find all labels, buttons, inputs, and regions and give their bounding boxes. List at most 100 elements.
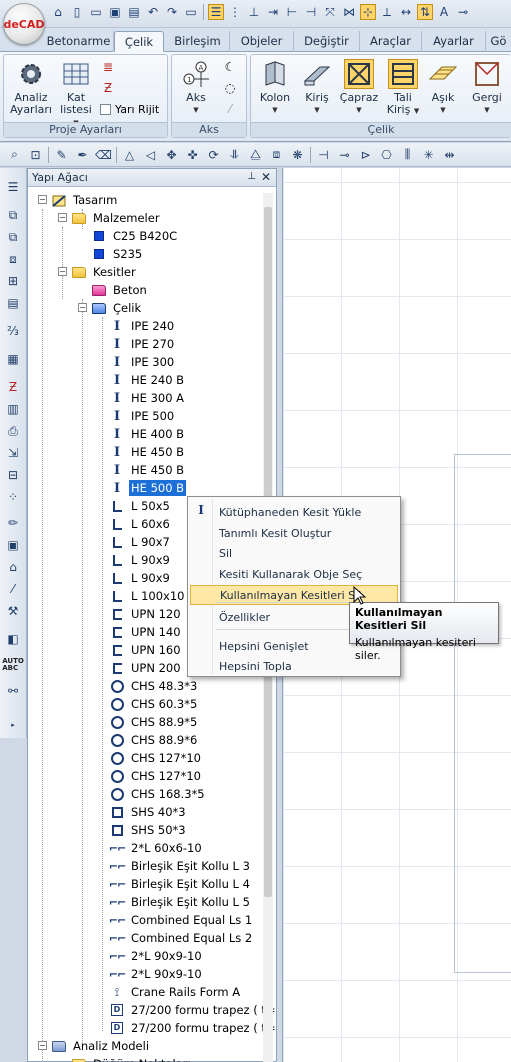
tree-node-section[interactable]: ⌐⌐ 2*L 90x9-10: [109, 965, 204, 983]
pin-icon[interactable]: ⊥: [247, 171, 256, 182]
explode-icon[interactable]: ✳: [420, 146, 437, 163]
tree-node-kesitler[interactable]: Kesitler: [72, 263, 138, 281]
close-icon[interactable]: ✕: [261, 170, 271, 184]
tree-node-section[interactable]: I IPE 500: [110, 407, 176, 425]
tree-node-section[interactable]: I IPE 300: [110, 353, 176, 371]
new-file-icon[interactable]: ▯: [69, 4, 85, 20]
tree-node-section[interactable]: ⌐⌐ Birleşik Eşit Kollu L 3: [109, 857, 252, 875]
mirror-down-icon[interactable]: ⥥: [226, 146, 243, 163]
aks-button[interactable]: A1 Aks ▼: [176, 59, 216, 116]
tree-node-section[interactable]: D 27/200 formu trapez ( t=: [110, 1019, 278, 1037]
tree-node-beton[interactable]: Beton: [92, 281, 149, 299]
snap-perp-icon[interactable]: ⊢: [284, 4, 300, 20]
tree-node-section[interactable]: I HE 500 B: [110, 479, 187, 497]
save-icon[interactable]: ▣: [107, 4, 123, 20]
auto-abc-icon[interactable]: AUTO ABC: [2, 656, 24, 674]
home-icon[interactable]: ⌂: [50, 4, 66, 20]
save-all-icon[interactable]: ▤: [126, 4, 142, 20]
checkbox-box[interactable]: [100, 104, 111, 115]
move-icon[interactable]: ✥: [163, 146, 180, 163]
capraz-button[interactable]: Çapraz ▼: [337, 59, 381, 116]
window-icon[interactable]: ▭: [183, 4, 199, 20]
yari-rijit-checkbox[interactable]: Yarı Rijit: [100, 103, 159, 116]
snap-mid-icon[interactable]: ⇥: [265, 4, 281, 20]
tree-node-section[interactable]: L 100x10: [110, 587, 186, 605]
tab-araclar[interactable]: Araçlar: [360, 31, 422, 52]
tree-node-section[interactable]: CHS 88.9*6: [110, 731, 199, 749]
tree-node-section[interactable]: D 27/200 formu trapez ( t=: [110, 1001, 278, 1019]
snap-intersect-icon[interactable]: ⤧: [322, 4, 338, 20]
tree-collapse-toggle[interactable]: −: [58, 267, 67, 276]
pencil-icon[interactable]: ✎: [53, 146, 70, 163]
tree-node-section[interactable]: CHS 168.3*5: [110, 785, 207, 803]
analiz-ayarlari-button[interactable]: Analiz Ayarları: [8, 59, 54, 116]
undo-icon[interactable]: ↶: [145, 4, 161, 20]
copy-move-icon[interactable]: ✜: [184, 146, 201, 163]
tab-betonarme[interactable]: Betonarme: [44, 31, 114, 52]
tree-collapse-toggle[interactable]: −: [38, 1041, 47, 1050]
app-menu-button[interactable]: deCAD: [3, 3, 45, 45]
binoculars-icon[interactable]: ⚯: [4, 682, 22, 700]
tree-node-section[interactable]: UPN 140: [110, 623, 183, 641]
capture-icon[interactable]: ◧: [4, 630, 22, 648]
export-icon[interactable]: ⇲: [4, 444, 22, 462]
snap-node-icon[interactable]: ⊣: [303, 4, 319, 20]
clear-icon[interactable]: ◁: [142, 146, 159, 163]
tree-panel-icon[interactable]: ☰: [4, 178, 22, 196]
measure-icon[interactable]: ⊸: [455, 4, 471, 20]
menu-item-delete[interactable]: Sil: [190, 543, 398, 563]
tree-node-section[interactable]: ⌐⌐ 2*L 60x6-10: [109, 839, 204, 857]
tree-node-section[interactable]: ⌐⌐ Birleşik Eşit Kollu L 4: [109, 875, 252, 893]
tree-node-section[interactable]: L 60x6: [110, 515, 172, 533]
document-icon[interactable]: ▥: [4, 400, 22, 418]
tree-node-dugum[interactable]: Düğüm Noktaları: [72, 1055, 193, 1062]
chart-icon[interactable]: ⫼: [399, 146, 416, 163]
tree-node-section[interactable]: I HE 450 B: [110, 443, 186, 461]
tree-node-material[interactable]: C25 B420C: [92, 227, 179, 245]
rotate-icon[interactable]: ⟳: [205, 146, 222, 163]
tab-ayarlar[interactable]: Ayarlar: [422, 31, 486, 52]
menu-item-create-defined-section[interactable]: Tanımlı Kesit Oluştur: [190, 523, 398, 543]
gergi-button[interactable]: Gergi ▼: [465, 59, 509, 116]
tree-node-section[interactable]: I IPE 270: [110, 335, 176, 353]
layers-icon[interactable]: ☰: [208, 4, 224, 20]
snap-end-icon[interactable]: ⊥: [246, 4, 262, 20]
scale-icon[interactable]: ⧈: [268, 146, 285, 163]
tab-celik[interactable]: Çelik: [114, 31, 164, 52]
text-style-icon[interactable]: A: [436, 4, 452, 20]
tab-birlesim[interactable]: Birleşim: [166, 31, 230, 52]
track-icon[interactable]: ↔: [398, 4, 414, 20]
fillet-icon[interactable]: ⊳: [357, 146, 374, 163]
stairs-icon[interactable]: ≣: [100, 59, 116, 75]
tree-node-section[interactable]: ⌐⌐ Combined Equal Ls 2: [109, 929, 254, 947]
tree-node-section[interactable]: I HE 240 B: [110, 371, 186, 389]
dynamic-input-icon[interactable]: ⇅: [417, 4, 433, 20]
print-icon[interactable]: ⎙: [4, 422, 22, 440]
asik-button[interactable]: Aşık ▼: [423, 59, 463, 116]
tree-node-section[interactable]: ⌐⌐ Birleşik Eşit Kollu L 5: [109, 893, 252, 911]
array-icon[interactable]: ❋: [289, 146, 306, 163]
eraser-icon[interactable]: ⌫: [95, 146, 112, 163]
tree-node-tasarim[interactable]: Tasarım: [52, 191, 119, 209]
snap-vertex-icon[interactable]: ⋈: [341, 4, 357, 20]
join-icon[interactable]: ⇹: [441, 146, 458, 163]
pen-icon[interactable]: ✒: [74, 146, 91, 163]
tab-degistir[interactable]: Değiştir: [294, 31, 360, 52]
nodes-icon[interactable]: ⁘: [4, 488, 22, 506]
tree-collapse-toggle[interactable]: −: [58, 213, 67, 222]
numbering-icon[interactable]: ⅔: [4, 322, 22, 340]
report-icon[interactable]: ▦: [4, 350, 22, 368]
polar-icon[interactable]: ⟂: [379, 4, 395, 20]
zoom-window-icon[interactable]: ⊡: [27, 146, 44, 163]
tab-objeler[interactable]: Objeler: [230, 31, 294, 52]
tree-node-section[interactable]: I HE 300 A: [110, 389, 186, 407]
mirror-icon[interactable]: ⧋: [247, 146, 264, 163]
paint-icon[interactable]: ⌂: [4, 558, 22, 576]
tree-node-section[interactable]: SHS 50*3: [110, 821, 188, 839]
menu-item-select-by-section[interactable]: Kesiti Kullanarak Obje Seç: [190, 564, 398, 584]
tree-node-section[interactable]: I HE 400 B: [110, 425, 186, 443]
tree-node-section[interactable]: UPN 160: [110, 641, 183, 659]
tree-node-celik[interactable]: Çelik: [92, 299, 143, 317]
tree-node-section[interactable]: ⟟ Crane Rails Form A: [110, 983, 242, 1001]
trim-icon[interactable]: ⊣: [315, 146, 332, 163]
